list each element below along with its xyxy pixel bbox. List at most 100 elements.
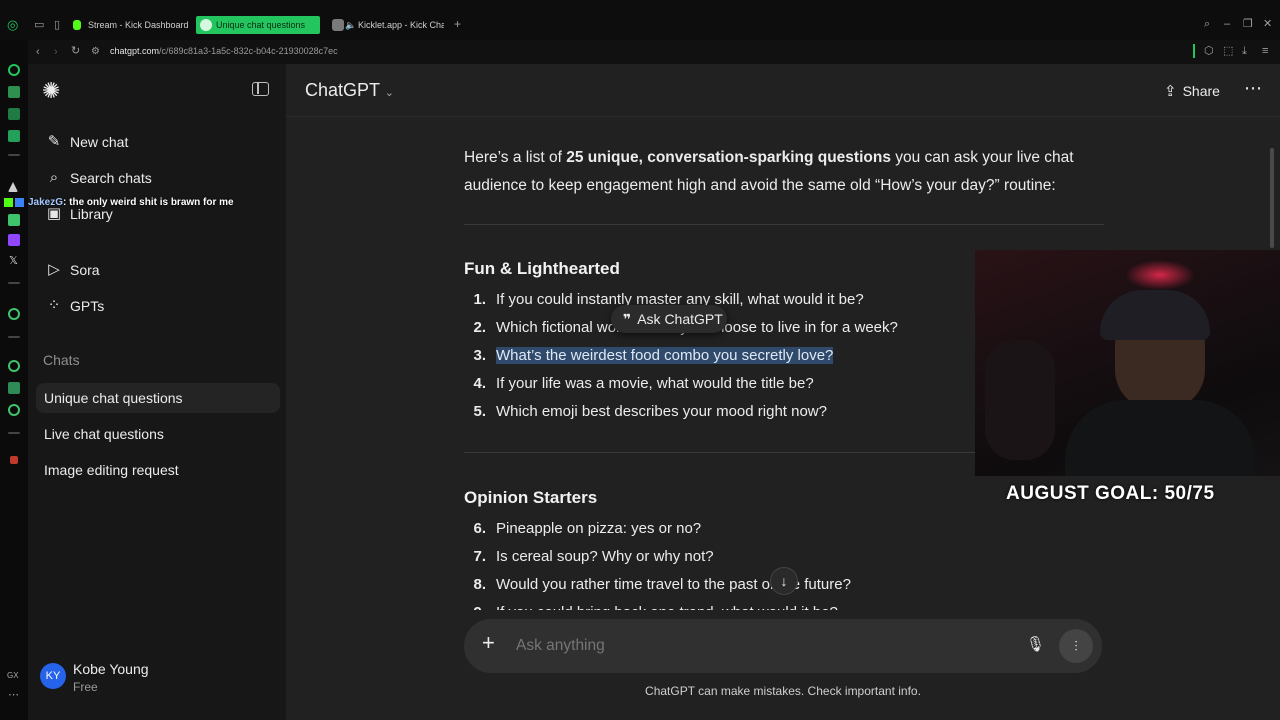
- kick-icon: [73, 20, 81, 30]
- rail-speed-dial-icon[interactable]: [8, 64, 20, 76]
- rail-mail-icon[interactable]: [8, 130, 20, 142]
- voice-mode-button[interactable]: ⫶: [1059, 629, 1093, 663]
- rail-notes-icon[interactable]: [8, 108, 20, 120]
- chat-item-image-editing-request[interactable]: Image editing request: [36, 455, 280, 485]
- model-name: ChatGPT: [305, 80, 380, 100]
- chat-title: Unique chat questions: [44, 390, 183, 406]
- new-tab-icon[interactable]: +: [454, 18, 461, 30]
- tab-label: Stream - Kick Dashboard: [88, 20, 189, 30]
- search-chats-button[interactable]: ⌕ Search chats: [44, 166, 152, 190]
- item-number: 6.: [473, 520, 486, 537]
- rail-pinboard-icon[interactable]: [8, 86, 20, 98]
- ask-chatgpt-popup[interactable]: ❞ Ask ChatGPT: [611, 305, 727, 333]
- plus-icon[interactable]: +: [482, 632, 495, 654]
- minimize-icon[interactable]: –: [1224, 19, 1230, 30]
- workspaces-icon[interactable]: ▭: [34, 20, 44, 31]
- screen: ◎ ▭ ▯ Stream - Kick Dashboard Unique cha…: [0, 0, 1280, 720]
- tab-label: Kicklet.app - Kick Cha: [358, 20, 444, 30]
- chat-title: Live chat questions: [44, 426, 164, 442]
- stream-goal-label: AUGUST GOAL: 50/75: [1006, 483, 1215, 504]
- microphone-icon[interactable]: 🎙: [1026, 635, 1045, 653]
- ask-chatgpt-label: Ask ChatGPT: [637, 311, 723, 327]
- tab-kick-dashboard[interactable]: Stream - Kick Dashboard: [70, 16, 192, 34]
- user-name: Kobe Young: [73, 661, 149, 677]
- avatar: KY: [40, 663, 66, 689]
- tab-label: Unique chat questions: [216, 20, 306, 30]
- search-icon: ⌕: [49, 169, 59, 186]
- item-number: 7.: [473, 548, 486, 565]
- toggle-sidebar-icon[interactable]: [252, 82, 269, 96]
- webcam-light: [1125, 260, 1195, 290]
- play-icon: ▷: [48, 261, 60, 278]
- site-info-icon[interactable]: ⚙: [91, 46, 100, 57]
- item-number: 3.: [473, 347, 486, 364]
- url-field[interactable]: chatgpt.com/c/689c81a3-1a5c-832c-b04c-21…: [110, 46, 338, 56]
- list-item: 5. Which emoji best describes your mood r…: [464, 398, 898, 426]
- url-path: /c/689c81a3-1a5c-832c-b04c-21930028c7ec: [159, 46, 338, 56]
- tab-unique-chat-questions[interactable]: Unique chat questions: [196, 16, 320, 34]
- section-divider: [464, 224, 1104, 225]
- item-text-selected[interactable]: What’s the weirdest food combo you secre…: [496, 347, 834, 364]
- more-options-icon[interactable]: ⋯: [1244, 78, 1263, 99]
- extensions-icon[interactable]: ⬡: [1204, 46, 1214, 57]
- rail-divider: [8, 282, 20, 284]
- rail-twitch-icon[interactable]: [8, 234, 20, 246]
- nav-label: Search chats: [70, 170, 152, 186]
- nav-label: Sora: [70, 262, 100, 278]
- maximize-icon[interactable]: ❐: [1243, 19, 1253, 30]
- rail-whatsapp-icon[interactable]: [8, 214, 20, 226]
- tab-kicklet[interactable]: 🔈 Kicklet.app - Kick Cha: [328, 16, 444, 34]
- model-selector[interactable]: ChatGPT ⌄: [305, 80, 394, 101]
- webcam-hoodie: [1065, 400, 1255, 476]
- pin-icon[interactable]: ▯: [54, 20, 60, 31]
- openai-logo-icon[interactable]: ✺: [42, 78, 60, 104]
- rail-recording-icon[interactable]: [10, 456, 18, 464]
- download-icon[interactable]: ⤓: [1242, 46, 1247, 57]
- menu-icon[interactable]: ≡: [1262, 46, 1268, 57]
- url-host: chatgpt.com: [110, 46, 160, 56]
- close-window-icon[interactable]: ✕: [1263, 19, 1272, 30]
- share-icon: ⇪: [1164, 83, 1177, 100]
- chat-item-live-chat-questions[interactable]: Live chat questions: [36, 419, 280, 449]
- gpts-button[interactable]: ⁘ GPTs: [44, 294, 105, 318]
- waveform-icon: ⫶: [1074, 638, 1078, 654]
- sora-button[interactable]: ▷ Sora: [44, 258, 100, 282]
- assistant-message: Here’s a list of 25 unique, conversation…: [464, 144, 1104, 200]
- share-label: Share: [1182, 83, 1220, 99]
- rail-history-icon[interactable]: [8, 360, 20, 372]
- search-tabs-icon[interactable]: ⌕: [1204, 19, 1210, 30]
- rail-aria-icon[interactable]: [8, 182, 18, 192]
- item-number: 1.: [473, 291, 486, 308]
- rail-more-icon[interactable]: ⋯: [8, 690, 19, 701]
- browser-sidebar-rail: 𝕏 GX ⋯: [0, 40, 28, 720]
- user-profile-area[interactable]: KY Kobe Young Free: [28, 646, 286, 720]
- forward-icon[interactable]: ›: [54, 47, 58, 58]
- subscriber-badge-icon: [15, 198, 24, 207]
- scroll-to-bottom-button[interactable]: ↓: [770, 567, 798, 595]
- address-bar: ‹ › ↻ ⚙ chatgpt.com/c/689c81a3-1a5c-832c…: [0, 40, 1280, 64]
- rail-extensions-icon[interactable]: [8, 382, 20, 394]
- quote-icon: ❞: [623, 311, 632, 327]
- item-number: 2.: [473, 319, 486, 336]
- nav-label: GPTs: [70, 298, 105, 314]
- share-button[interactable]: ⇪ Share: [1164, 82, 1220, 100]
- item-number: 8.: [473, 576, 486, 593]
- rail-player-icon[interactable]: [8, 308, 20, 320]
- section-title-fun: Fun & Lighthearted: [464, 259, 620, 278]
- intro-text: Here’s a list of: [464, 149, 567, 166]
- scrollbar-thumb[interactable]: [1270, 148, 1274, 248]
- reload-icon[interactable]: ↻: [71, 46, 80, 57]
- section-title-opinion: Opinion Starters: [464, 488, 598, 507]
- stream-chat-overlay: JakezG: the only weird shit is brawn for…: [4, 196, 234, 210]
- chat-item-unique-chat-questions[interactable]: Unique chat questions: [36, 383, 280, 413]
- snapshot-icon[interactable]: ⬚: [1223, 46, 1233, 57]
- opera-gx-logo-icon[interactable]: ◎: [7, 18, 18, 31]
- rail-divider: [8, 154, 20, 156]
- back-icon[interactable]: ‹: [36, 47, 40, 58]
- rail-gx-icon[interactable]: GX: [7, 670, 19, 681]
- prompt-input[interactable]: [516, 632, 986, 660]
- chatgpt-tab-icon: [200, 19, 212, 31]
- rail-x-icon[interactable]: 𝕏: [9, 256, 18, 267]
- new-chat-button[interactable]: ✎ New chat: [44, 130, 129, 154]
- rail-settings-icon[interactable]: [8, 404, 20, 416]
